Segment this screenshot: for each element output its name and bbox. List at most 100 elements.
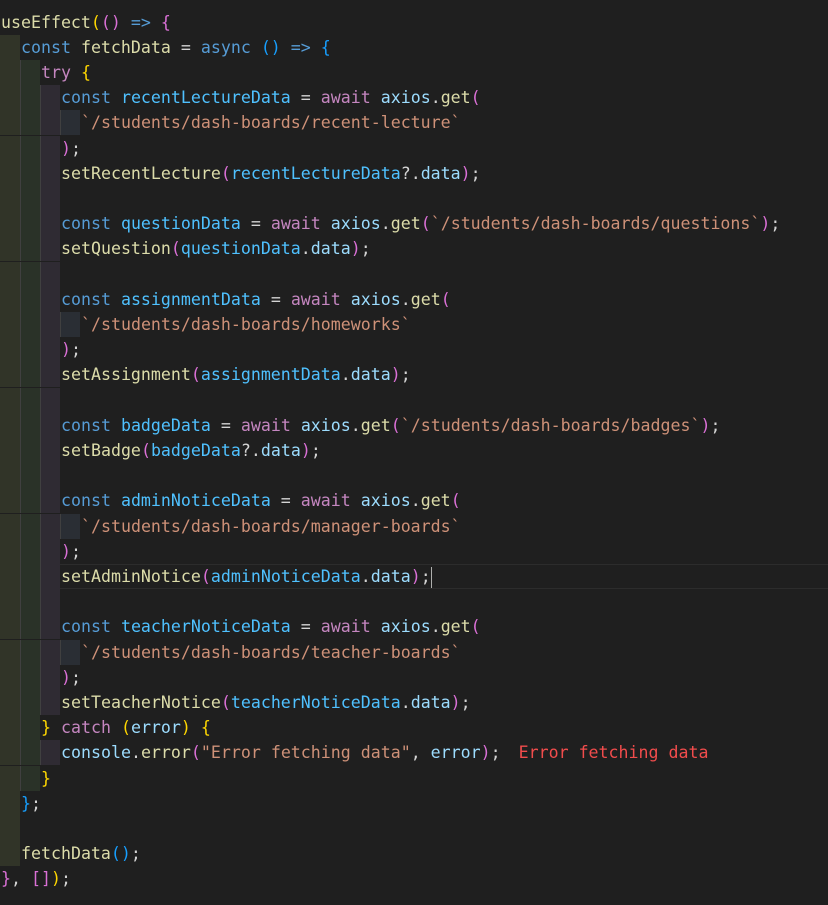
code-token: axios xyxy=(300,415,351,435)
code-token: = xyxy=(210,415,241,435)
code-line[interactable]: ); xyxy=(0,664,828,690)
indent-rainbow-band xyxy=(20,110,40,136)
code-line[interactable]: console.error("Error fetching data", err… xyxy=(0,740,828,766)
code-line[interactable]: `/students/dash-boards/manager-boards` xyxy=(0,513,828,539)
code-token: ) xyxy=(61,667,71,687)
code-token: ( xyxy=(470,617,481,637)
code-line[interactable]: const badgeData = await axios.get(`/stud… xyxy=(0,412,828,438)
code-token: ( xyxy=(190,743,201,763)
indent-rainbow-band xyxy=(40,135,60,161)
code-line[interactable]: useEffect(() => { xyxy=(0,10,828,35)
code-line[interactable] xyxy=(0,261,828,287)
code-line[interactable]: setQuestion(questionData.data); xyxy=(0,236,828,262)
indent-guide xyxy=(60,110,61,136)
code-line-content: setBadge(badgeData?.data); xyxy=(61,438,321,463)
code-token: , xyxy=(410,743,431,763)
code-line-content: fetchData(); xyxy=(21,841,141,866)
code-token: . xyxy=(380,214,391,234)
code-line-content: useEffect(() => { xyxy=(1,10,171,35)
code-line[interactable]: `/students/dash-boards/recent-lecture` xyxy=(0,110,828,136)
code-token: catch xyxy=(61,718,111,738)
code-token: ; xyxy=(310,440,321,460)
code-token: . xyxy=(430,88,441,108)
code-line[interactable]: } catch (error) { xyxy=(0,715,828,741)
indent-rainbow-band xyxy=(20,362,40,388)
code-token: { xyxy=(80,62,91,82)
code-line[interactable]: const recentLectureData = await axios.ge… xyxy=(0,85,828,111)
code-line[interactable]: ); xyxy=(0,538,828,564)
indent-guide xyxy=(60,639,61,665)
code-line[interactable] xyxy=(0,387,828,413)
code-line[interactable]: const fetchData = async () => { xyxy=(0,34,828,60)
code-token: ( xyxy=(90,12,101,32)
code-line[interactable]: const assignmentData = await axios.get( xyxy=(0,286,828,312)
code-token: = xyxy=(270,491,301,511)
code-token: { xyxy=(160,12,171,32)
code-line[interactable]: const questionData = await axios.get(`/s… xyxy=(0,211,828,237)
code-token: ) xyxy=(61,340,71,360)
indent-rainbow-band xyxy=(40,110,60,136)
code-line[interactable] xyxy=(0,815,828,842)
code-token: . xyxy=(400,692,411,712)
code-line[interactable] xyxy=(0,185,828,212)
code-token: async xyxy=(200,37,251,57)
code-token: ; xyxy=(360,239,371,259)
code-line[interactable] xyxy=(0,463,828,489)
indent-rainbow-band xyxy=(0,135,20,161)
indent-rainbow-band xyxy=(20,689,40,716)
code-line[interactable]: setAdminNotice(adminNoticeData.data); xyxy=(0,563,828,590)
indent-guide xyxy=(40,488,41,514)
indent-rainbow-band xyxy=(40,286,60,312)
indent-guide xyxy=(20,488,21,514)
code-token: ) xyxy=(480,743,491,763)
code-token: () xyxy=(260,37,281,57)
code-line[interactable]: const teacherNoticeData = await axios.ge… xyxy=(0,614,828,640)
indent-rainbow-band xyxy=(60,639,80,665)
code-line[interactable]: `/students/dash-boards/teacher-boards` xyxy=(0,639,828,665)
indent-guide xyxy=(20,614,21,640)
indent-guide xyxy=(20,261,21,287)
indent-rainbow-band xyxy=(20,311,40,338)
code-line[interactable]: ); xyxy=(0,135,828,161)
code-line-content: }, []); xyxy=(1,866,71,891)
indent-guide xyxy=(20,639,21,665)
indent-rainbow-band xyxy=(40,337,60,363)
code-line[interactable]: ); xyxy=(0,337,828,363)
code-token: error xyxy=(140,743,191,763)
code-token: useEffect xyxy=(1,12,91,32)
code-token: . xyxy=(400,289,411,309)
code-token: ( xyxy=(200,566,211,586)
code-line[interactable]: setBadge(badgeData?.data); xyxy=(0,437,828,464)
code-line[interactable]: setTeacherNotice(teacherNoticeData.data)… xyxy=(0,689,828,716)
code-token: await xyxy=(270,214,321,234)
indent-rainbow-band xyxy=(0,59,20,86)
code-token: ; xyxy=(460,692,471,712)
code-line-content: }; xyxy=(21,791,41,816)
code-line[interactable]: fetchData(); xyxy=(0,841,828,867)
code-line[interactable]: setAssignment(assignmentData.data); xyxy=(0,362,828,388)
code-line[interactable]: }; xyxy=(0,790,828,816)
indent-rainbow-band xyxy=(40,85,60,111)
code-line[interactable] xyxy=(0,589,828,615)
code-line[interactable]: } xyxy=(0,765,828,791)
code-line[interactable]: }, []); xyxy=(0,866,828,891)
code-line[interactable]: `/students/dash-boards/homeworks` xyxy=(0,311,828,338)
code-line[interactable]: try { xyxy=(0,59,828,86)
code-token: get xyxy=(420,491,451,511)
code-line[interactable]: const adminNoticeData = await axios.get( xyxy=(0,488,828,514)
code-token: } xyxy=(1,869,11,889)
code-token: = xyxy=(290,88,321,108)
code-editor[interactable]: useEffect(() => {const fetchData = async… xyxy=(0,0,828,905)
code-token: axios xyxy=(360,491,411,511)
code-line[interactable]: setRecentLecture(recentLectureData?.data… xyxy=(0,160,828,186)
indent-guide xyxy=(40,740,41,766)
code-token: badgeData xyxy=(120,415,211,435)
code-token: try xyxy=(41,62,71,82)
code-token: [] xyxy=(30,869,51,889)
code-token: ; xyxy=(31,793,41,813)
